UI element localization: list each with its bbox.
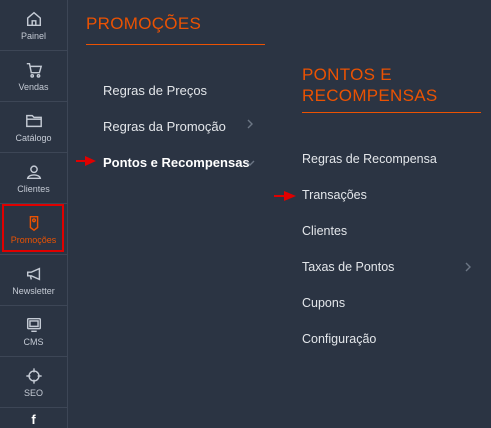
chevron-down-icon[interactable]	[244, 156, 256, 170]
menu-item-pontos-e-recompensas[interactable]: Pontos e Recompensas	[103, 155, 250, 170]
sidebar-item-catalogo[interactable]: Catálogo	[0, 102, 67, 153]
sidebar-item-label: SEO	[23, 387, 43, 398]
annotation-arrow-icon	[274, 191, 296, 201]
annotation-arrow-icon	[76, 156, 96, 166]
sidebar-item-newsletter[interactable]: Newsletter	[0, 255, 67, 306]
sidebar-item-seo[interactable]: SEO	[0, 357, 67, 408]
sidebar-item-label: Painel	[20, 30, 47, 41]
menu-item-regras-de-precos[interactable]: Regras de Preços	[103, 83, 207, 98]
subpanel-title-divider	[302, 112, 481, 113]
sidebar-item-label: Catálogo	[15, 132, 52, 143]
sidebar-item-cms[interactable]: CMS	[0, 306, 67, 357]
panel-title: PROMOÇÕES	[86, 14, 202, 33]
sidebar-item-promocoes[interactable]: Promoções	[0, 204, 67, 255]
sidebar-item-label: CMS	[23, 336, 44, 347]
submenu-item-configuracao[interactable]: Configuração	[302, 332, 376, 346]
submenu-item-cupons[interactable]: Cupons	[302, 296, 345, 310]
submenu-item-regras-de-recompensa[interactable]: Regras de Recompensa	[302, 152, 437, 166]
crosshair-icon	[25, 367, 43, 385]
submenu-item-taxas-de-pontos[interactable]: Taxas de Pontos	[302, 260, 394, 274]
sidebar-item-label: Clientes	[17, 183, 50, 194]
sidebar-item-label: Newsletter	[12, 285, 55, 296]
chevron-right-icon[interactable]	[246, 118, 254, 133]
tag-icon	[25, 214, 43, 232]
sidebar-item-vendas[interactable]: Vendas	[0, 51, 67, 102]
sidebar-item-label: Vendas	[18, 81, 49, 92]
megaphone-icon	[25, 265, 43, 283]
main-sidebar: Painel Vendas Catálogo Clientes Promoçõe	[0, 0, 68, 428]
cart-icon	[25, 61, 43, 79]
menu-item-regras-da-promocao[interactable]: Regras da Promoção	[103, 119, 226, 134]
submenu-item-clientes[interactable]: Clientes	[302, 224, 347, 238]
panel-title-divider	[86, 44, 265, 45]
admin-menu-app: Painel Vendas Catálogo Clientes Promoçõe	[0, 0, 491, 428]
home-icon	[25, 10, 43, 28]
sidebar-item-partial[interactable]: f	[0, 408, 67, 428]
sidebar-item-clientes[interactable]: Clientes	[0, 153, 67, 204]
subpanel-title: PONTOS E RECOMPENSAS	[302, 65, 438, 105]
chevron-right-icon[interactable]	[464, 261, 472, 276]
monitor-icon	[25, 316, 43, 334]
sidebar-item-label: Promoções	[10, 234, 57, 245]
folder-icon	[25, 112, 43, 130]
sidebar-item-painel[interactable]: Painel	[0, 0, 67, 51]
submenu-item-transacoes[interactable]: Transações	[302, 188, 367, 202]
person-icon	[25, 163, 43, 181]
facebook-icon: f	[31, 412, 36, 427]
